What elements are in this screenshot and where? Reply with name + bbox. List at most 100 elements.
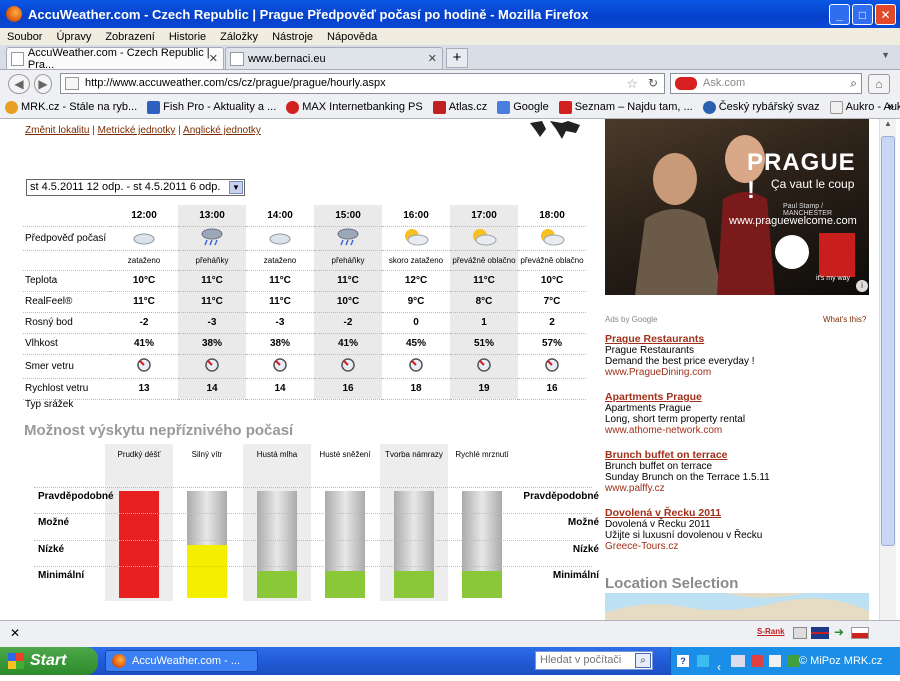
bookmark-seznam[interactable]: Seznam – Najdu tam, ... [554, 100, 698, 114]
volume-icon[interactable] [769, 655, 781, 667]
minimize-button[interactable]: _ [829, 4, 850, 25]
bookmarks-overflow-icon[interactable]: » [888, 101, 894, 113]
tab-list-icon[interactable]: ▼ [881, 50, 890, 60]
bookmark-fishpro[interactable]: Fish Pro - Aktuality a ... [142, 100, 281, 114]
antivirus-icon[interactable] [751, 655, 763, 667]
bookmark-star-icon[interactable]: ☆ [626, 74, 638, 93]
ad-url[interactable]: www.athome-network.com [605, 425, 745, 436]
showers-icon [178, 226, 246, 251]
menu-upravy[interactable]: Úpravy [49, 31, 98, 43]
risk-bar-fill [187, 544, 227, 598]
info-icon[interactable]: i [856, 280, 868, 292]
mail-icon[interactable] [793, 627, 807, 639]
menu-napoveda[interactable]: Nápověda [320, 31, 384, 43]
uk-flag-icon[interactable] [811, 627, 829, 639]
risk-bar [325, 491, 365, 598]
fishpro-favicon-icon [147, 100, 161, 114]
help-icon[interactable]: ? [677, 655, 689, 667]
bookmark-max[interactable]: MAX Internetbanking PS [281, 100, 427, 114]
status-bar: ✕ S-Rank ➜ [0, 620, 900, 647]
humidity-value: 41% [314, 333, 382, 355]
location-map[interactable] [605, 593, 869, 620]
close-button[interactable]: ✕ [875, 4, 896, 25]
tab-accuweather[interactable]: AccuWeather.com - Czech Republic | Pra..… [6, 47, 224, 71]
unesco-logo-icon [775, 235, 809, 269]
realfeel-value: 11°C [178, 291, 246, 313]
wind-speed-value: 16 [314, 378, 382, 400]
ad-title[interactable]: Apartments Prague [605, 391, 745, 403]
hour-header: 16:00 [382, 205, 450, 227]
humidity-value: 51% [450, 333, 518, 355]
hour-header: 13:00 [178, 205, 246, 227]
ad-item[interactable]: Brunch buffet on terrace Brunch buffet o… [605, 449, 770, 494]
srank-label[interactable]: S-Rank [757, 627, 785, 636]
ad-url[interactable]: Greece-Tours.cz [605, 541, 762, 552]
home-button[interactable]: ⌂ [868, 74, 890, 94]
czech-flag-icon[interactable] [851, 627, 869, 639]
bookmark-crs[interactable]: Český rybářský svaz [698, 100, 825, 114]
ad-item[interactable]: Prague Restaurants Prague Restaurants De… [605, 333, 755, 378]
tab-close-icon[interactable]: ✕ [209, 52, 218, 65]
bookmark-mrk[interactable]: MRK.cz - Stále na ryb... [0, 100, 142, 114]
close-findbar-icon[interactable]: ✕ [10, 626, 20, 640]
wind-direction-icon [178, 354, 246, 379]
scroll-up-icon[interactable]: ▲ [880, 119, 896, 135]
whats-this-link[interactable]: What's this? [823, 315, 866, 324]
back-button[interactable]: ◀ [8, 74, 30, 94]
ad-item[interactable]: Apartments Prague Apartments Prague Long… [605, 391, 745, 436]
ad-item[interactable]: Dovolená v Řecku 2011 Dovolená v Řecku 2… [605, 507, 762, 552]
start-button[interactable]: Start [0, 647, 98, 675]
firefox-icon [112, 654, 126, 668]
scrollbar-thumb[interactable] [881, 136, 895, 546]
risk-bar-fill [257, 571, 297, 598]
reload-icon[interactable]: ↻ [648, 74, 658, 93]
vertical-scrollbar[interactable]: ▲ [879, 119, 896, 620]
menu-soubor[interactable]: Soubor [0, 31, 49, 43]
network-icon[interactable] [731, 655, 745, 667]
metric-units-link[interactable]: Metrické jednotky [98, 125, 176, 136]
bookmark-google[interactable]: Google [492, 100, 553, 114]
site-identity-icon[interactable] [65, 77, 79, 90]
forward-button[interactable]: ▶ [34, 74, 52, 94]
ad-title[interactable]: Brunch buffet on terrace [605, 449, 770, 461]
realfeel-value: 11°C [246, 291, 314, 313]
dewpoint-value: -3 [246, 312, 314, 334]
search-bar[interactable]: Ask.com ⌕ [670, 73, 862, 94]
date-range-select[interactable]: st 4.5.2011 12 odp. - st 4.5.2011 6 odp.… [26, 179, 245, 196]
bookmark-atlas[interactable]: Atlas.cz [428, 100, 493, 114]
condition-text: převážně oblačno [450, 250, 518, 271]
dewpoint-value: -2 [314, 312, 382, 334]
tray-app-icon[interactable] [697, 655, 709, 667]
risk-column-label: Husté sněžení [319, 450, 371, 459]
search-icon[interactable]: ⌕ [635, 653, 651, 668]
ad-title[interactable]: Prague Restaurants [605, 333, 755, 345]
search-icon[interactable]: ⌕ [850, 74, 857, 93]
atlas-favicon-icon [432, 100, 446, 114]
menu-historie[interactable]: Historie [162, 31, 213, 43]
temp-value: 11°C [314, 270, 382, 292]
maximize-button[interactable]: □ [852, 4, 873, 25]
menu-nastroje[interactable]: Nástroje [265, 31, 320, 43]
arrow-right-icon: ➜ [834, 625, 845, 639]
chevron-down-icon[interactable]: ▼ [229, 181, 243, 194]
new-tab-button[interactable]: + [446, 48, 468, 68]
tab-close-icon[interactable]: ✕ [428, 52, 437, 65]
chevron-left-icon[interactable]: ‹ [717, 653, 721, 681]
menu-zobrazeni[interactable]: Zobrazení [98, 31, 162, 43]
hour-header: 18:00 [518, 205, 586, 227]
ad-title[interactable]: Dovolená v Řecku 2011 [605, 507, 762, 519]
risk-level-label-right: Možné [567, 517, 599, 528]
english-units-link[interactable]: Anglické jednotky [183, 125, 261, 136]
change-location-link[interactable]: Změnit lokalitu [25, 125, 89, 136]
menu-zalozky[interactable]: Záložky [213, 31, 265, 43]
hour-header: 15:00 [314, 205, 382, 227]
tab-bernaci[interactable]: www.bernaci.eu ✕ [225, 47, 443, 69]
url-bar[interactable]: http://www.accuweather.com/cs/cz/prague/… [60, 73, 665, 94]
update-icon[interactable] [787, 655, 799, 667]
prague-ad-banner[interactable]: PRAGUE ! Ça vaut le coup Paul Stamp / MA… [605, 119, 869, 295]
ask-engine-icon[interactable] [675, 77, 697, 90]
ad-url[interactable]: www.PragueDining.com [605, 367, 755, 378]
ad-url[interactable]: www.palffy.cz [605, 483, 770, 494]
taskbar-item-firefox[interactable]: AccuWeather.com - ... [105, 650, 258, 672]
unit-links: Změnit lokalitu | Metrické jednotky | An… [25, 125, 261, 136]
